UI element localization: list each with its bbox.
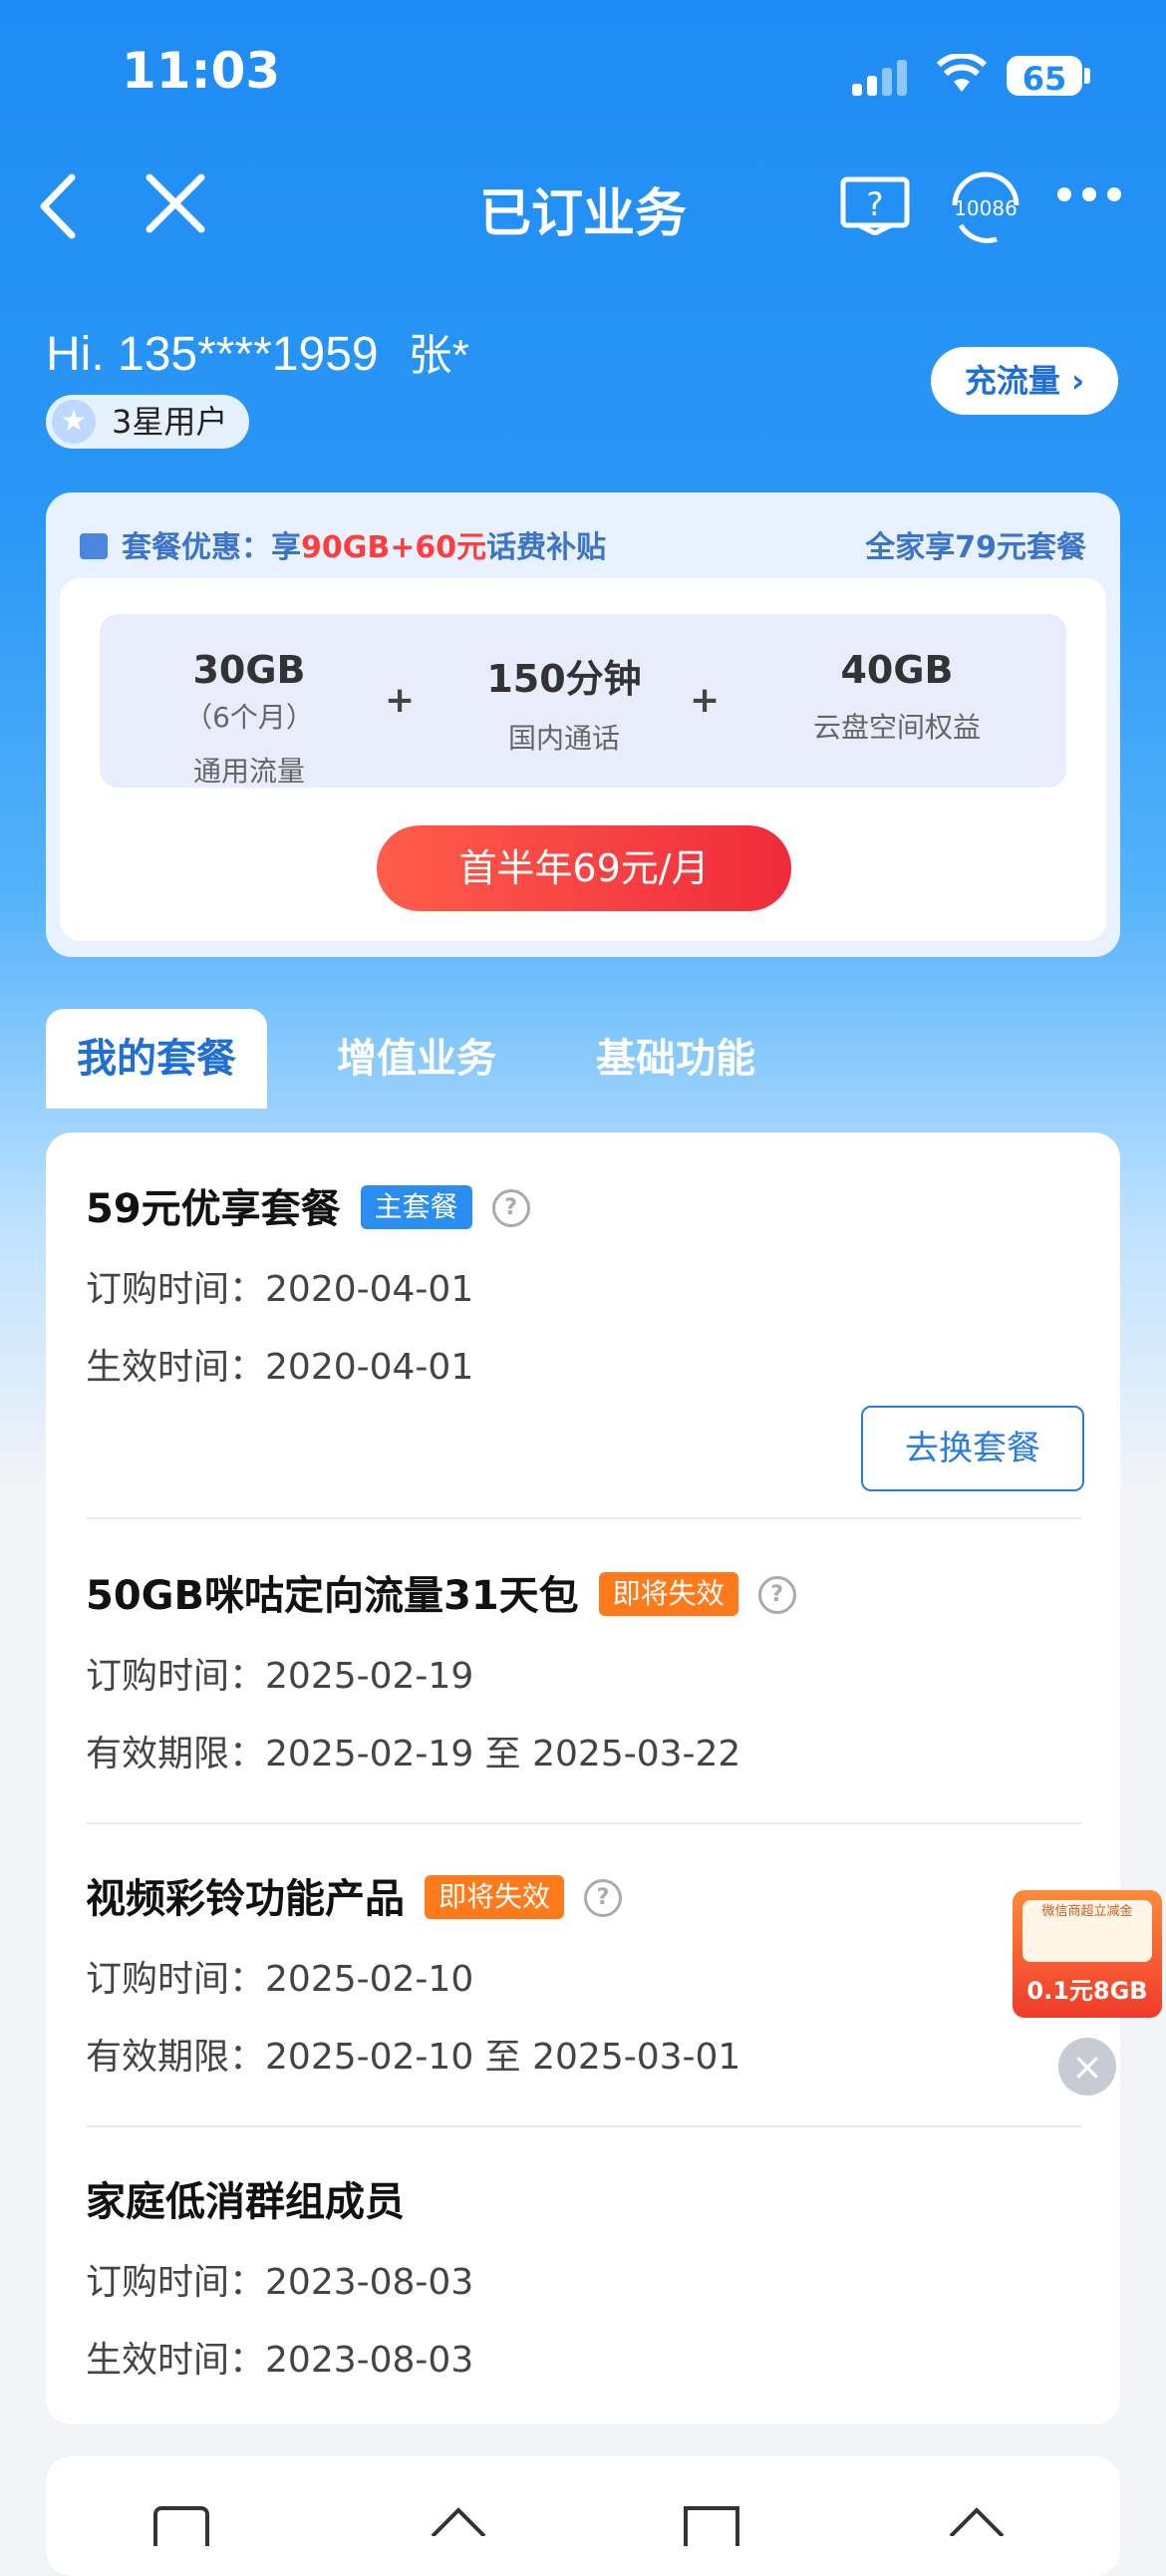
- promo-label-suffix: 话费补贴: [486, 530, 607, 565]
- gift-icon: [80, 533, 108, 559]
- service-number: 10086: [954, 196, 1018, 220]
- validity-label: 有效期限：: [86, 2037, 266, 2078]
- close-ad-icon[interactable]: ×: [1058, 2038, 1116, 2095]
- promo-label-prefix: 套餐优惠：享: [122, 530, 301, 565]
- status-badge: 即将失效: [425, 1875, 565, 1919]
- list-item: 50GB咪咕定向流量31天包 即将失效? 订购时间：2025-02-19 有效期限…: [86, 1563, 1082, 1776]
- benefit-desc: 国内通话: [507, 722, 620, 755]
- user-level: 3星用户: [112, 403, 228, 441]
- change-package-button[interactable]: 去换套餐: [861, 1406, 1084, 1491]
- order-time-value: 2020-04-01: [265, 1269, 474, 1310]
- benefit-data: 30GB （6个月） 通用流量: [130, 648, 369, 790]
- promo-highlight: 90GB+60元: [301, 530, 487, 565]
- list-item: 59元优享套餐 主套餐? 订购时间：2020-04-01 生效时间：2020-04…: [86, 1176, 1082, 1390]
- plus-sign: +: [690, 680, 721, 721]
- divider: [86, 1822, 1082, 1824]
- order-time-label: 订购时间：: [86, 1959, 266, 2000]
- benefit-value: 40GB: [840, 648, 954, 692]
- list-item: 视频彩铃功能产品 即将失效? 订购时间：2025-02-10 有效期限：2025-…: [86, 1866, 1082, 2080]
- recharge-label: 充流量: [964, 362, 1060, 400]
- family-plan-link[interactable]: 全家享79元套餐: [865, 522, 1086, 566]
- floating-ad[interactable]: 微信商超立减金 0.1元8GB: [1013, 1890, 1162, 2018]
- bag-icon[interactable]: [153, 2506, 209, 2546]
- more-icon[interactable]: [1054, 179, 1124, 213]
- status-badge: 主套餐: [360, 1185, 472, 1229]
- effective-time-label: 生效时间：: [86, 1347, 266, 1388]
- chevron-right-icon: ›: [1070, 362, 1085, 400]
- ad-price: 0.1元8GB: [1026, 1977, 1148, 2005]
- order-time-label: 订购时间：: [86, 2262, 266, 2303]
- svg-text:?: ?: [867, 185, 884, 223]
- help-icon[interactable]: ?: [491, 1189, 530, 1227]
- order-time-label: 订购时间：: [86, 1269, 266, 1310]
- package-title: 视频彩铃功能产品: [86, 1876, 405, 1922]
- guide-book-icon[interactable]: ?: [839, 175, 910, 236]
- order-time-value: 2025-02-10: [265, 1959, 474, 2000]
- benefit-desc: 通用流量: [192, 755, 305, 788]
- bottom-card: [46, 2456, 1120, 2576]
- divider: [86, 1517, 1082, 1519]
- wifi-icon: [936, 52, 988, 98]
- package-list: 59元优享套餐 主套餐? 订购时间：2020-04-01 生效时间：2020-04…: [46, 1132, 1120, 2424]
- effective-time-value: 2023-08-03: [265, 2340, 474, 2381]
- plus-sign: +: [385, 680, 416, 721]
- card-icon[interactable]: [684, 2506, 739, 2546]
- promo-card[interactable]: 套餐优惠：享90GB+60元话费补贴 全家享79元套餐 30GB （6个月） 通用…: [46, 492, 1120, 957]
- promo-benefits: 30GB （6个月） 通用流量 + 150分钟 国内通话 + 40GB 云盘空间权…: [100, 614, 1066, 788]
- help-icon[interactable]: ?: [757, 1576, 796, 1614]
- status-badge: 即将失效: [598, 1572, 738, 1616]
- order-time-value: 2023-08-03: [265, 2262, 474, 2303]
- package-title: 家庭低消群组成员: [86, 2179, 405, 2225]
- tab-value-added[interactable]: 增值业务: [317, 1009, 516, 1109]
- promo-inner: 30GB （6个月） 通用流量 + 150分钟 国内通话 + 40GB 云盘空间权…: [60, 578, 1106, 941]
- signal-icon: [852, 60, 912, 96]
- battery-tip: [1084, 68, 1090, 84]
- customer-service-icon[interactable]: 10086: [947, 167, 1024, 245]
- promo-header: 套餐优惠：享90GB+60元话费补贴: [80, 522, 606, 566]
- battery-icon: 65: [1007, 56, 1082, 98]
- promo-cta-button[interactable]: 首半年69元/月: [377, 825, 791, 911]
- order-time-label: 订购时间：: [86, 1656, 266, 1697]
- validity-value: 2025-02-10 至 2025-03-01: [265, 2037, 741, 2078]
- user-greeting: Hi. 135****1959 张*: [46, 319, 469, 383]
- benefit-desc: 云盘空间权益: [812, 711, 981, 744]
- user-phone: Hi. 135****1959: [46, 328, 379, 381]
- star-outline-icon[interactable]: [947, 2506, 1005, 2546]
- triangle-icon[interactable]: [429, 2506, 486, 2546]
- user-level-badge[interactable]: ★ 3星用户: [46, 395, 250, 449]
- recharge-data-button[interactable]: 充流量 ›: [931, 347, 1118, 415]
- package-title: 59元优享套餐: [86, 1186, 341, 1232]
- benefit-value: 30GB: [192, 648, 306, 692]
- status-time: 11:03: [122, 42, 281, 100]
- list-item: 家庭低消群组成员 订购时间：2023-08-03 生效时间：2023-08-03: [86, 2169, 1082, 2383]
- package-title: 50GB咪咕定向流量31天包: [86, 1573, 579, 1619]
- user-name: 张*: [408, 331, 469, 380]
- validity-label: 有效期限：: [86, 1734, 266, 1774]
- divider: [86, 2125, 1082, 2127]
- order-time-value: 2025-02-19: [265, 1656, 474, 1697]
- ad-top-text: 微信商超立减金: [1022, 1900, 1152, 1962]
- benefit-note: （6个月）: [184, 701, 314, 734]
- tab-basic-functions[interactable]: 基础功能: [576, 1009, 775, 1109]
- benefit-cloud: 40GB 云盘空间权益: [747, 648, 1046, 746]
- effective-time-value: 2020-04-01: [265, 1347, 474, 1388]
- benefit-calls: 150分钟 国内通话: [444, 648, 684, 757]
- effective-time-label: 生效时间：: [86, 2340, 266, 2381]
- benefit-value: 150分钟: [486, 657, 642, 701]
- help-icon[interactable]: ?: [584, 1879, 623, 1917]
- star-icon: ★: [52, 400, 96, 444]
- validity-value: 2025-02-19 至 2025-03-22: [265, 1734, 741, 1774]
- tab-my-package[interactable]: 我的套餐: [46, 1009, 267, 1109]
